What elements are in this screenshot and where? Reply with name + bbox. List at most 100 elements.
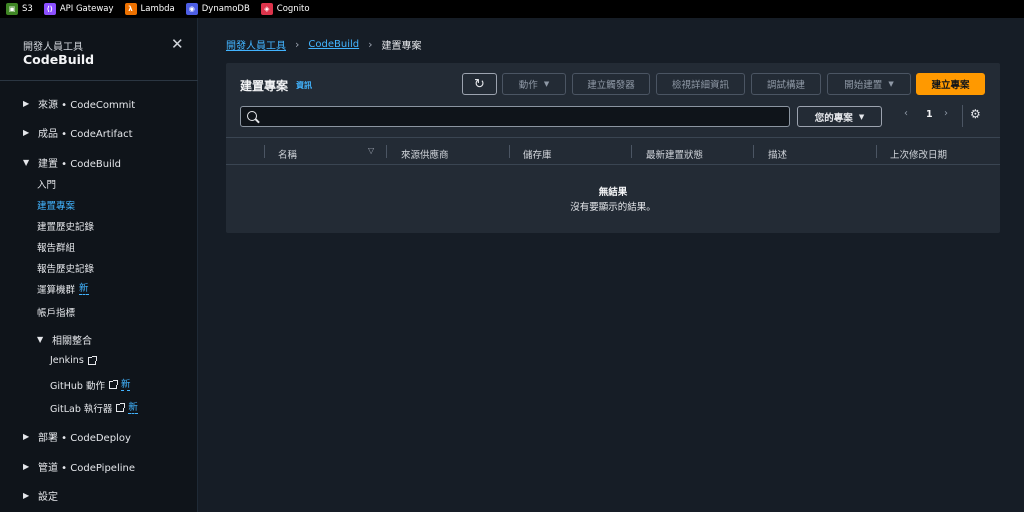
column-header-repository[interactable]: 儲存庫	[523, 147, 552, 161]
favorite-label: Cognito	[276, 4, 310, 14]
button-label: 調試構建	[766, 80, 805, 91]
column-header-latest-build-status[interactable]: 最新建置狀態	[646, 147, 703, 161]
column-header-description[interactable]: 描述	[768, 147, 787, 161]
button-label: 開始建置	[844, 80, 883, 91]
column-header-source-provider[interactable]: 來源供應商	[401, 147, 449, 161]
nav-compute-fleets[interactable]: 運算機群 新	[37, 282, 89, 296]
nav-label: Jenkins	[50, 355, 84, 366]
page-number[interactable]: 1	[926, 109, 933, 120]
nav-label: GitLab 執行器	[50, 404, 113, 415]
section-artifacts[interactable]: ▶ 成品 • CodeArtifact	[23, 125, 133, 140]
section-integrations[interactable]: ▼ 相關整合	[37, 332, 92, 347]
lambda-icon: λ	[124, 3, 137, 15]
caret-down-icon: ▼	[888, 80, 894, 88]
debug-build-button[interactable]: 調試構建	[751, 73, 821, 95]
caret-down-icon: ▼	[23, 158, 30, 167]
sort-down-icon[interactable]: ▽	[368, 146, 374, 155]
create-trigger-button[interactable]: 建立觸發器	[572, 73, 650, 95]
favorite-api-gateway[interactable]: ⟨⟩ API Gateway	[43, 3, 114, 15]
nav-gitlab-runners[interactable]: GitLab 執行器 新	[50, 401, 138, 415]
button-label: 建立專案	[931, 80, 970, 91]
section-settings[interactable]: ▶ 設定	[23, 488, 58, 503]
sidebar-title[interactable]: CodeBuild	[23, 52, 94, 67]
view-details-button[interactable]: 檢視詳細資訊	[656, 73, 745, 95]
breadcrumb-current: 建置專案	[381, 41, 422, 52]
favorite-dynamodb[interactable]: ◉ DynamoDB	[185, 3, 250, 15]
empty-state-description: 沒有要顯示的結果。	[570, 202, 656, 213]
close-icon[interactable]: ✕	[171, 35, 184, 53]
button-label: 動作	[518, 80, 538, 91]
favorite-label: Lambda	[140, 4, 175, 14]
sidebar-subtitle[interactable]: 開發人員工具	[23, 38, 83, 53]
search-input[interactable]	[240, 106, 790, 127]
favorite-cognito[interactable]: ◈ Cognito	[260, 3, 310, 15]
refresh-button[interactable]: ↻	[462, 73, 497, 95]
caret-right-icon: ▶	[23, 462, 30, 471]
divider	[0, 80, 198, 81]
external-link-icon	[116, 403, 126, 412]
divider	[962, 105, 963, 127]
button-label: 檢視詳細資訊	[671, 80, 729, 91]
nav-build-history[interactable]: 建置歷史記錄	[37, 219, 94, 233]
favorite-lambda[interactable]: λ Lambda	[124, 3, 175, 15]
favorite-label: S3	[22, 4, 33, 14]
breadcrumb-root[interactable]: 開發人員工具	[226, 37, 286, 52]
external-link-icon	[87, 355, 97, 365]
column-header-name[interactable]: 名稱	[278, 147, 297, 161]
previous-page-icon[interactable]: ‹	[904, 108, 908, 119]
new-badge: 新	[79, 283, 89, 295]
favorite-s3[interactable]: ▣ S3	[6, 3, 33, 15]
breadcrumb-service[interactable]: CodeBuild	[308, 39, 359, 50]
empty-state-title: 無結果	[598, 187, 628, 198]
section-label: 相關整合	[52, 336, 92, 347]
caret-down-icon: ▼	[543, 80, 550, 88]
button-label: 建立觸發器	[587, 80, 635, 91]
column-divider	[264, 145, 265, 158]
table-header: 名稱 ▽ 來源供應商 儲存庫 最新建置狀態 描述 上次修改日期	[226, 137, 1000, 165]
section-source[interactable]: ▶ 來源 • CodeCommit	[23, 96, 135, 111]
external-link-icon	[108, 380, 118, 389]
dropdown-label: 您的專案	[814, 112, 853, 124]
section-label: 建置 • CodeBuild	[38, 159, 121, 170]
nav-label: GitHub 動作	[50, 381, 105, 392]
column-divider	[386, 145, 387, 158]
column-header-last-modified[interactable]: 上次修改日期	[890, 147, 947, 161]
nav-github-actions[interactable]: GitHub 動作 新	[50, 378, 131, 392]
section-label: 成品 • CodeArtifact	[38, 129, 133, 140]
s3-icon: ▣	[6, 3, 18, 15]
section-label: 來源 • CodeCommit	[38, 100, 136, 111]
caret-right-icon: ▶	[23, 99, 30, 108]
build-projects-panel: 建置專案 資訊 ↻ 動作 ▼ 建立觸發器 檢視詳細資訊 調試構建 開始建置 ▼ …	[226, 63, 1000, 233]
section-pipeline[interactable]: ▶ 管道 • CodePipeline	[23, 459, 135, 474]
nav-getting-started[interactable]: 入門	[37, 177, 56, 191]
dynamodb-icon: ◉	[185, 3, 198, 15]
breadcrumb: 開發人員工具 › CodeBuild › 建置專案	[226, 37, 422, 52]
start-build-button[interactable]: 開始建置 ▼	[827, 73, 911, 95]
actions-button[interactable]: 動作 ▼	[502, 73, 566, 95]
next-page-icon[interactable]: ›	[944, 108, 948, 119]
section-build[interactable]: ▼ 建置 • CodeBuild	[23, 155, 121, 170]
side-navigation: 開發人員工具 CodeBuild ✕ ▶ 來源 • CodeCommit ▶ 成…	[0, 18, 198, 512]
create-project-button[interactable]: 建立專案	[916, 73, 985, 95]
caret-right-icon: ▶	[23, 432, 30, 441]
nav-build-projects[interactable]: 建置專案	[37, 198, 75, 212]
nav-report-groups[interactable]: 報告群組	[37, 240, 75, 254]
section-deploy[interactable]: ▶ 部署 • CodeDeploy	[23, 429, 131, 444]
nav-report-history[interactable]: 報告歷史記錄	[37, 261, 94, 275]
caret-right-icon: ▶	[23, 491, 30, 500]
search-icon	[247, 111, 257, 121]
page-title: 建置專案	[240, 79, 289, 93]
new-badge: 新	[120, 379, 131, 391]
caret-down-icon: ▼	[37, 335, 44, 344]
column-divider	[876, 145, 877, 158]
section-label: 設定	[38, 492, 58, 503]
nav-label: 運算機群	[37, 285, 76, 296]
nav-account-metrics[interactable]: 帳戶指標	[37, 305, 75, 319]
chevron-right-icon: ›	[295, 38, 300, 51]
info-link[interactable]: 資訊	[296, 80, 312, 91]
nav-jenkins[interactable]: Jenkins	[50, 355, 97, 366]
section-label: 部署 • CodeDeploy	[38, 433, 131, 444]
gear-icon[interactable]: ⚙	[970, 107, 981, 121]
column-divider	[631, 145, 632, 158]
project-filter-dropdown[interactable]: 您的專案 ▼	[797, 106, 882, 127]
